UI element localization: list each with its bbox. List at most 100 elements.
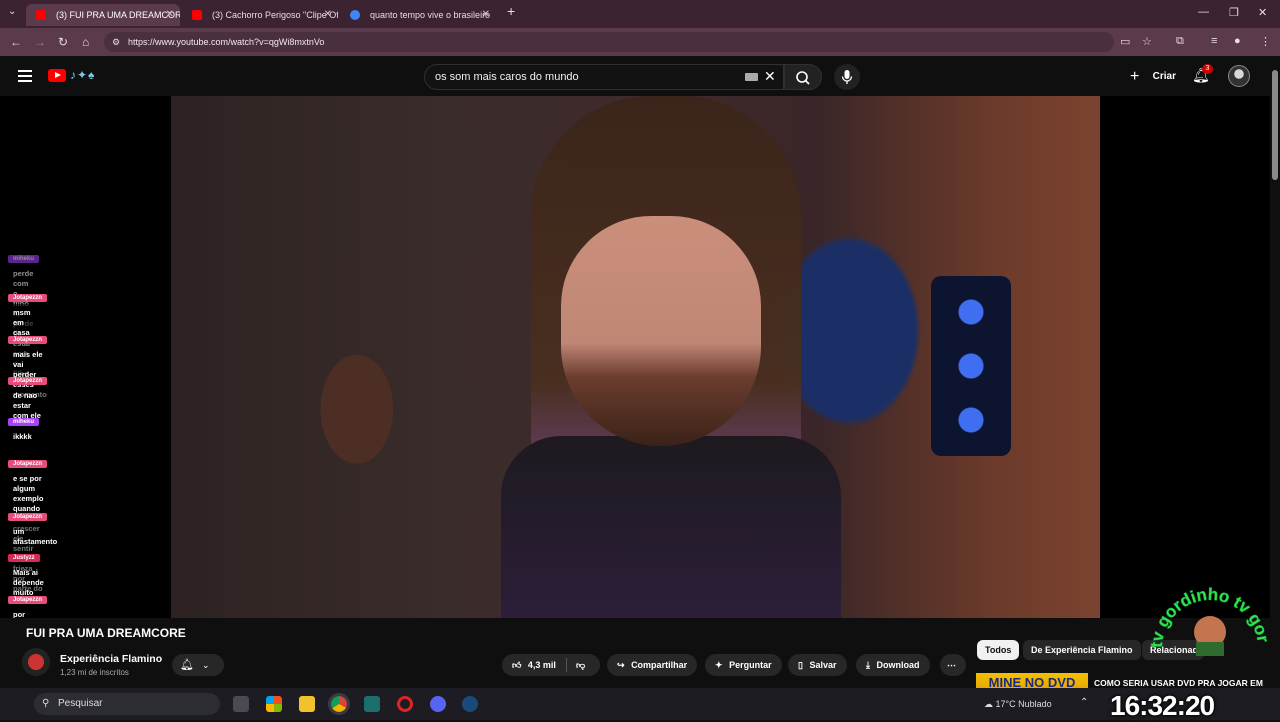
chat-username: Justyzz [8, 554, 40, 562]
pc-fans-background [931, 276, 1011, 456]
search-button[interactable] [784, 64, 822, 90]
subscriber-count: 1,23 mi de inscritos [60, 668, 129, 677]
thumbs-down-icon[interactable]: 👎︎ [576, 654, 585, 676]
close-icon[interactable]: ✕ [482, 4, 490, 26]
opera-icon[interactable] [397, 696, 413, 712]
taskbar-search[interactable]: ⚲ Pesquisar [34, 693, 220, 715]
voice-search-button[interactable] [834, 64, 860, 90]
notification-badge: 3 [1202, 64, 1213, 74]
tab-1[interactable]: (3) Cachorro Perigoso "Clipe Of ✕ [182, 4, 338, 26]
cast-icon[interactable]: ▭ [1120, 35, 1130, 48]
site-info-icon[interactable]: ⚙ [112, 37, 122, 47]
doodle-icon[interactable]: ♪✦♠ [70, 68, 95, 82]
chevron-down-icon: ⌄ [201, 660, 210, 670]
chat-text: um afastamento [8, 523, 63, 551]
search-icon [796, 71, 810, 85]
keyboard-icon[interactable] [745, 73, 758, 81]
discord-icon[interactable] [430, 696, 446, 712]
close-icon[interactable]: ✕ [324, 4, 332, 26]
profile-icon[interactable]: ● [1234, 35, 1241, 47]
cloud-icon: ☁ [984, 699, 993, 709]
browser-tab-bar: ⌄ (3) FUI PRA UMA DREAMCORE ✕ (3) Cachor… [0, 0, 1280, 28]
download-label: Download [876, 660, 920, 670]
bookmark-icon: ▯ [798, 660, 803, 670]
task-view-icon[interactable] [233, 696, 249, 712]
tab-search-icon[interactable]: ⌄ [8, 6, 16, 17]
save-button[interactable]: ▯ Salvar [788, 654, 847, 676]
youtube-logo[interactable] [48, 69, 66, 82]
subscribed-notifications-button[interactable]: 🔔︎ ⌄ [172, 654, 224, 676]
bell-icon: 🔔︎ [180, 659, 194, 671]
chat-username: Jotapezzn [8, 336, 48, 344]
chat-username: Jotapezzn [8, 377, 48, 385]
clock: 16:32:20 [1110, 690, 1215, 721]
taskbar-search-label: Pesquisar [58, 698, 103, 709]
weather-widget[interactable]: ☁ 17°C Nublado [984, 699, 1052, 710]
search-input[interactable]: os som mais caros do mundo [424, 64, 784, 90]
tab-title: (3) FUI PRA UMA DREAMCORE [56, 10, 180, 20]
extensions-icon[interactable]: ⧉ [1176, 35, 1184, 48]
close-icon[interactable]: ✕ [166, 4, 174, 26]
url-text: https://www.youtube.com/watch?v=qgWi8mxt… [128, 37, 325, 47]
minimize-icon[interactable]: — [1198, 6, 1209, 18]
url-field[interactable]: ⚙ https://www.youtube.com/watch?v=qgWi8m… [104, 32, 1114, 52]
bookmark-star-icon[interactable]: ☆ [1142, 35, 1152, 48]
restore-icon[interactable]: ❐ [1229, 6, 1239, 19]
youtube-header: ♪✦♠ os som mais caros do mundo ✕ + Criar… [0, 56, 1280, 96]
weather-text: 17°C Nublado [995, 699, 1052, 709]
like-button[interactable]: 👍︎ 4,3 mil 👎︎ [502, 654, 600, 676]
tab-2[interactable]: quanto tempo vive o brasileiro ✕ [340, 4, 496, 26]
app-icon[interactable] [364, 696, 380, 712]
file-explorer-icon[interactable] [299, 696, 315, 712]
close-window-icon[interactable]: ✕ [1258, 6, 1267, 19]
back-icon[interactable]: ← [10, 35, 22, 49]
share-label: Compartilhar [631, 660, 688, 670]
windows-taskbar: ⚲ Pesquisar ☁ 17°C Nublado ⌃ 16:32:20 [0, 688, 1280, 721]
microphone-icon [841, 70, 853, 84]
forward-icon[interactable]: → [34, 35, 46, 49]
video-player[interactable] [0, 96, 1270, 618]
clear-search-icon[interactable]: ✕ [764, 68, 776, 85]
chat-username: Jotapezzn [8, 460, 48, 468]
channel-avatar[interactable] [22, 648, 50, 676]
steam-icon[interactable] [462, 696, 478, 712]
new-tab-button[interactable]: + [507, 3, 515, 19]
gordinho-tv-watermark: tv gordinho tv gordinho [1150, 570, 1270, 656]
chat-message: Jotapezzn um afastamento [8, 511, 63, 551]
ask-label: Perguntar [729, 660, 772, 670]
home-icon[interactable]: ⌂ [82, 35, 89, 49]
chat-username: Jotapezzn [8, 596, 48, 604]
youtube-icon [192, 10, 202, 20]
save-label: Salvar [809, 660, 837, 670]
more-actions-button[interactable]: ⋯ [940, 654, 966, 676]
tray-chevron-icon[interactable]: ⌃ [1080, 697, 1088, 708]
scrollbar-thumb[interactable] [1272, 70, 1278, 180]
more-icon[interactable]: ⋮ [1260, 35, 1271, 48]
plus-icon: + [1130, 68, 1140, 85]
ask-button[interactable]: ✦ Perguntar [705, 654, 782, 676]
video-frame [171, 96, 1100, 618]
chrome-icon[interactable] [328, 693, 350, 715]
chip-all[interactable]: Todos [977, 640, 1020, 660]
tab-0[interactable]: (3) FUI PRA UMA DREAMCORE ✕ [26, 4, 180, 26]
sparkle-icon: ✦ [715, 660, 723, 670]
create-button[interactable]: + Criar [1130, 65, 1176, 89]
more-horizontal-icon: ⋯ [947, 660, 956, 670]
hamburger-menu-icon[interactable] [18, 70, 32, 82]
thumbs-up-icon: 👍︎ [512, 660, 522, 670]
chip-channel[interactable]: De Experiência Flamino [1023, 640, 1141, 660]
share-button[interactable]: ↪ Compartilhar [607, 654, 698, 676]
video-title: FUI PRA UMA DREAMCORE [26, 626, 186, 640]
media-icon[interactable]: ≡ [1211, 35, 1217, 47]
chat-message: miheku ikkkk [8, 416, 40, 446]
share-icon: ↪ [617, 660, 625, 670]
person-shirt [501, 436, 841, 618]
tab-title: quanto tempo vive o brasileiro [370, 10, 491, 20]
channel-name[interactable]: Experiência Flamino [60, 653, 162, 665]
store-icon[interactable] [266, 696, 282, 712]
google-icon [350, 10, 360, 20]
download-button[interactable]: ⤓ Download [856, 654, 930, 676]
account-avatar[interactable] [1228, 65, 1250, 87]
chat-username: miheku [8, 255, 40, 263]
reload-icon[interactable]: ↻ [58, 35, 68, 49]
